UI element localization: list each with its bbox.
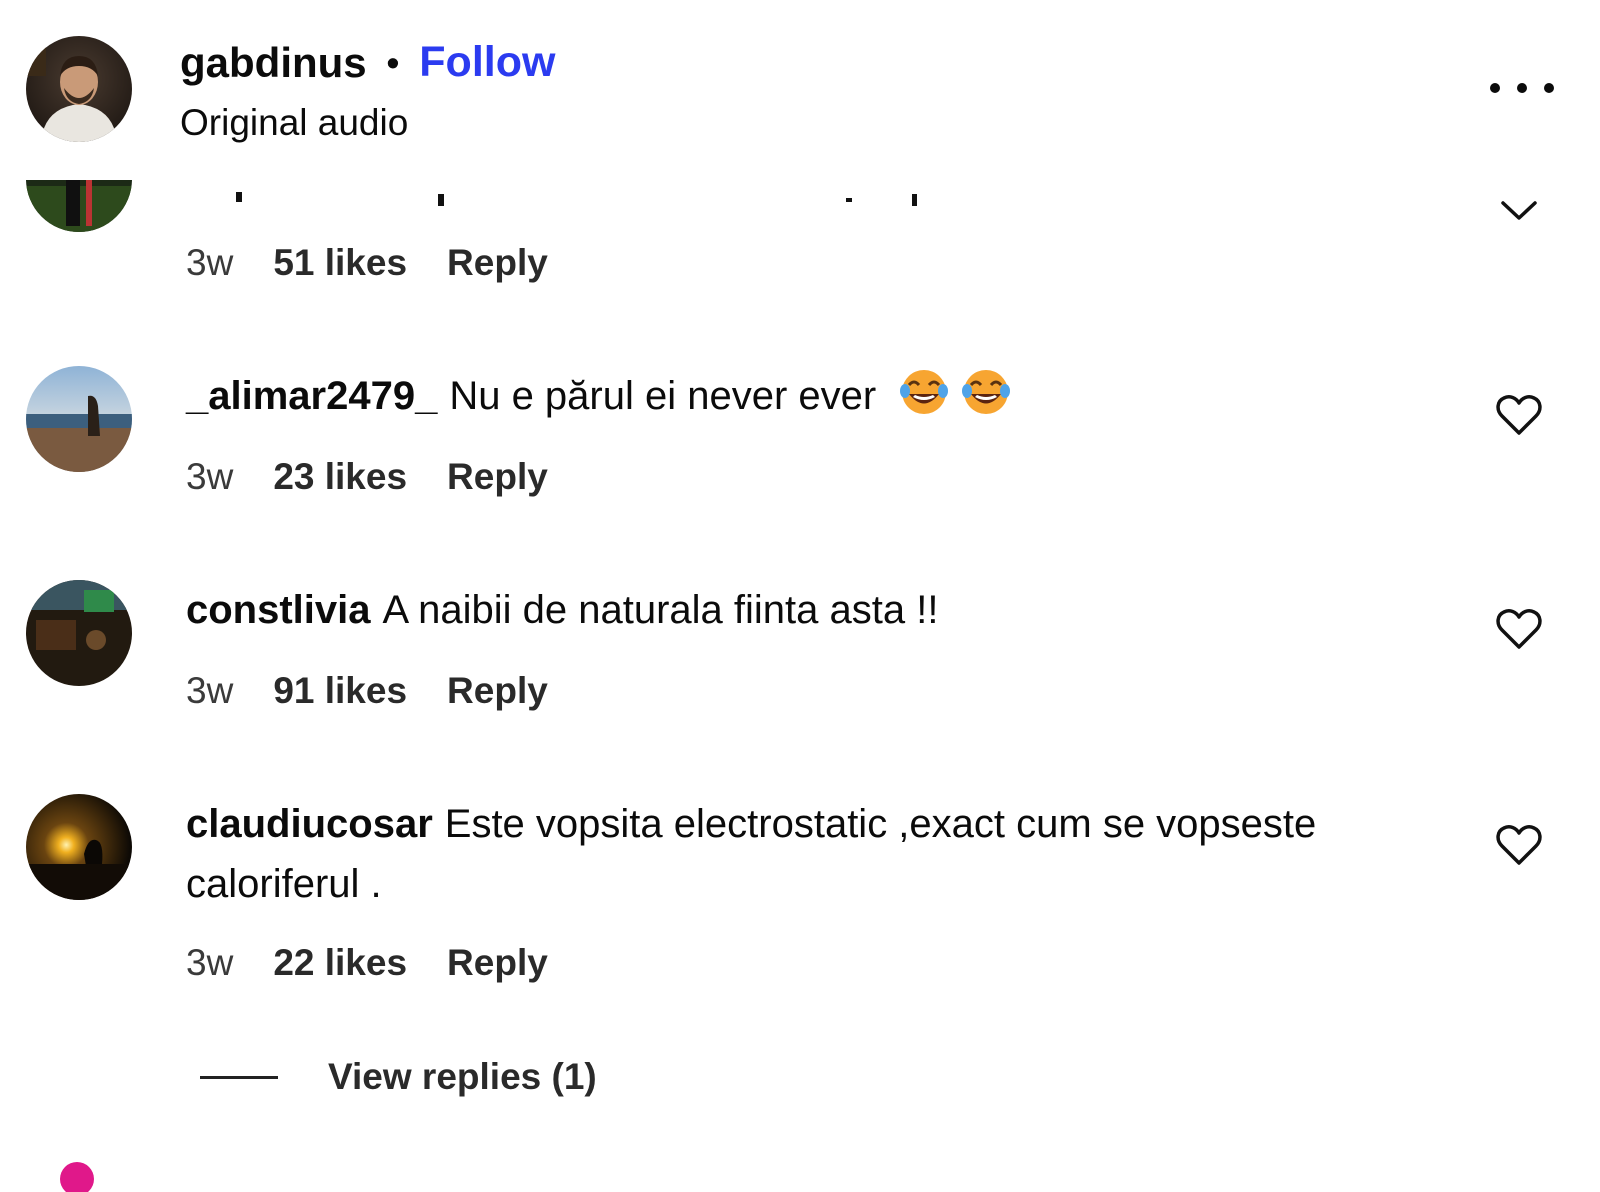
post-header: gabdinus • Follow Original audio [0, 0, 1600, 180]
audio-label[interactable]: Original audio [180, 102, 408, 144]
author-username[interactable]: gabdinus [180, 39, 367, 87]
view-replies-button[interactable]: View replies (1) [200, 1056, 597, 1098]
reply-button[interactable]: Reply [447, 242, 548, 284]
more-options-icon[interactable] [1490, 70, 1554, 106]
separator-dot: • [386, 41, 400, 83]
commenter-avatar[interactable] [26, 580, 132, 686]
comment-likes[interactable]: 23 likes [273, 456, 407, 498]
author-avatar[interactable] [26, 36, 132, 142]
reply-button[interactable]: Reply [447, 670, 548, 712]
commenter-avatar[interactable] [26, 794, 132, 900]
more-dot [1490, 83, 1500, 93]
comments-list[interactable]: 3w 51 likes Reply _alimar2479_ Nu e păru… [0, 180, 1600, 1192]
comment-meta: 3w 22 likes Reply [186, 942, 548, 984]
comment-body: _alimar2479_ Nu e părul ei never ever [186, 366, 1446, 426]
view-replies-label: View replies (1) [328, 1056, 597, 1097]
comment-likes[interactable]: 91 likes [273, 670, 407, 712]
comment-text: Nu e părul ei never ever [449, 374, 877, 418]
heart-icon[interactable] [1496, 608, 1542, 650]
more-dot [1517, 83, 1527, 93]
commenter-avatar[interactable] [26, 180, 132, 232]
chevron-down-icon[interactable] [1500, 198, 1538, 222]
reply-button[interactable]: Reply [447, 942, 548, 984]
heart-icon[interactable] [1496, 824, 1542, 866]
truncated-comment-text [236, 192, 917, 206]
replies-divider-line [200, 1075, 278, 1079]
comment-body: constlivia A naibii de naturala fiinta as… [186, 580, 1446, 640]
commenter-username[interactable]: _alimar2479_ [186, 374, 437, 418]
commenter-username[interactable]: claudiucosar [186, 802, 433, 846]
comment-time: 3w [186, 670, 234, 711]
comment-text: A naibii de naturala fiinta asta !! [382, 588, 939, 632]
comment-meta: 3w 51 likes Reply [186, 242, 548, 284]
commenter-avatar[interactable] [26, 366, 132, 472]
comment-meta: 3w 23 likes Reply [186, 456, 548, 498]
tears-of-joy-emoji [962, 370, 1011, 414]
commenter-username[interactable]: constlivia [186, 588, 371, 632]
comment-likes[interactable]: 51 likes [273, 242, 407, 284]
comment-time: 3w [186, 456, 234, 497]
comment-time: 3w [186, 242, 234, 283]
tears-of-joy-emoji [900, 370, 949, 414]
heart-icon[interactable] [1496, 394, 1542, 436]
comment-time: 3w [186, 942, 234, 983]
comment-likes[interactable]: 22 likes [273, 942, 407, 984]
comment-meta: 3w 91 likes Reply [186, 670, 548, 712]
comment-body: claudiucosar Este vopsita electrostatic ,… [186, 794, 1446, 914]
reply-button[interactable]: Reply [447, 456, 548, 498]
more-dot [1544, 83, 1554, 93]
follow-button[interactable]: Follow [419, 38, 555, 87]
next-commenter-avatar[interactable] [60, 1162, 94, 1192]
